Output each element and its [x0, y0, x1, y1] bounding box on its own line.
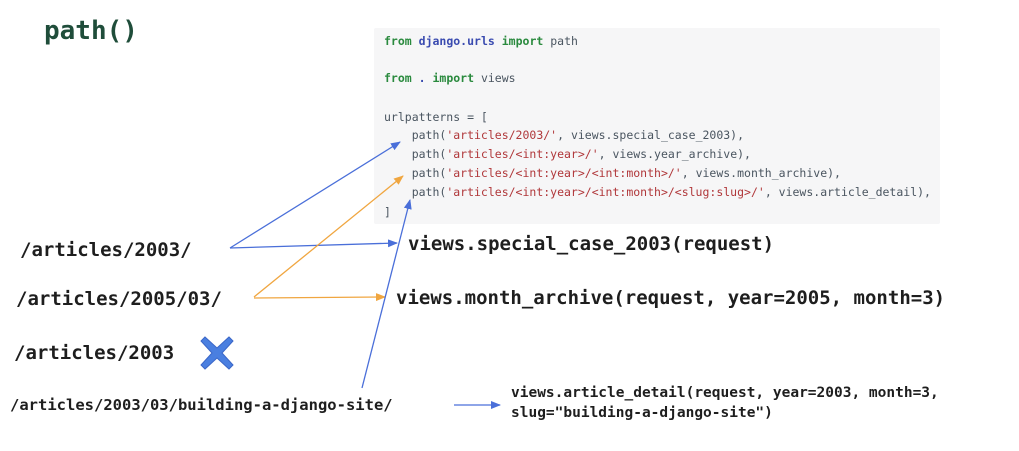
arrows-layer — [229, 141, 501, 409]
arrow-url1-to-pattern1 — [229, 141, 401, 249]
arrow-url2-to-pattern3 — [253, 175, 404, 298]
arrow-url2-to-view2 — [253, 293, 386, 302]
arrow-url4-to-pattern4 — [361, 199, 412, 389]
arrow-url1-to-view1 — [229, 239, 398, 249]
